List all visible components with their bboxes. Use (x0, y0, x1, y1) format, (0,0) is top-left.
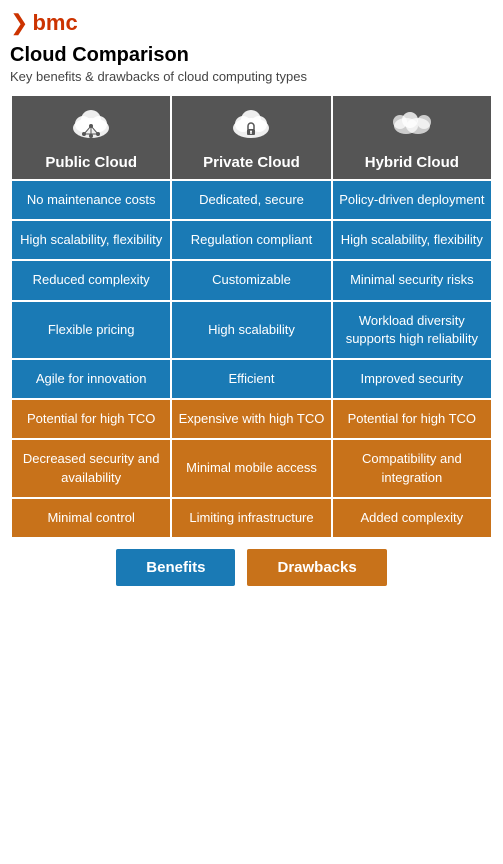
header-private-cloud: Private Cloud (171, 95, 331, 180)
col-header-2: Hybrid Cloud (365, 154, 459, 171)
drawback-cell-0-1: Expensive with high TCO (171, 399, 331, 439)
drawbacks-button[interactable]: Drawbacks (247, 549, 386, 586)
benefit-cell-0-2: Policy-driven deployment (332, 180, 492, 220)
drawback-cell-0-0: Potential for high TCO (11, 399, 171, 439)
drawback-row-0: Potential for high TCOExpensive with hig… (11, 399, 492, 439)
drawback-cell-1-0: Decreased security and availability (11, 439, 171, 497)
logo-chevron-icon: ❯ (10, 10, 28, 36)
benefit-cell-4-1: Efficient (171, 359, 331, 399)
private-cloud-icon (178, 106, 324, 150)
benefit-cell-0-1: Dedicated, secure (171, 180, 331, 220)
hybrid-cloud-icon (339, 106, 485, 150)
public-cloud-icon (18, 106, 164, 150)
comparison-table: Public Cloud (10, 94, 493, 539)
benefit-cell-1-0: High scalability, flexibility (11, 220, 171, 260)
drawback-cell-2-1: Limiting infrastructure (171, 498, 331, 538)
benefit-row-0: No maintenance costsDedicated, securePol… (11, 180, 492, 220)
drawback-cell-0-2: Potential for high TCO (332, 399, 492, 439)
benefit-row-4: Agile for innovationEfficientImproved se… (11, 359, 492, 399)
logo-text: bmc (32, 10, 77, 36)
benefit-cell-3-2: Workload diversity supports high reliabi… (332, 301, 492, 359)
col-header-1: Private Cloud (203, 154, 300, 171)
benefit-row-2: Reduced complexityCustomizableMinimal se… (11, 260, 492, 300)
page-subtitle: Key benefits & drawbacks of cloud comput… (10, 69, 493, 84)
benefit-row-1: High scalability, flexibilityRegulation … (11, 220, 492, 260)
benefit-cell-1-2: High scalability, flexibility (332, 220, 492, 260)
drawback-cell-1-2: Compatibility and integration (332, 439, 492, 497)
benefit-cell-1-1: Regulation compliant (171, 220, 331, 260)
header-hybrid-cloud: Hybrid Cloud (332, 95, 492, 180)
benefit-cell-2-1: Customizable (171, 260, 331, 300)
benefit-cell-0-0: No maintenance costs (11, 180, 171, 220)
footer-buttons: Benefits Drawbacks (10, 549, 493, 586)
header-public-cloud: Public Cloud (11, 95, 171, 180)
drawback-cell-2-0: Minimal control (11, 498, 171, 538)
benefit-cell-3-1: High scalability (171, 301, 331, 359)
benefit-cell-4-0: Agile for innovation (11, 359, 171, 399)
benefits-button[interactable]: Benefits (116, 549, 235, 586)
header-logo: ❯ bmc (10, 10, 493, 36)
drawback-row-1: Decreased security and availabilityMinim… (11, 439, 492, 497)
drawback-cell-1-1: Minimal mobile access (171, 439, 331, 497)
drawback-cell-2-2: Added complexity (332, 498, 492, 538)
table-wrapper: Public Cloud (10, 94, 493, 539)
benefit-cell-2-0: Reduced complexity (11, 260, 171, 300)
benefit-cell-2-2: Minimal security risks (332, 260, 492, 300)
col-header-0: Public Cloud (45, 154, 137, 171)
benefit-row-3: Flexible pricingHigh scalabilityWorkload… (11, 301, 492, 359)
drawback-row-2: Minimal controlLimiting infrastructureAd… (11, 498, 492, 538)
table-header-row: Public Cloud (11, 95, 492, 180)
page-title: Cloud Comparison (10, 44, 493, 67)
benefit-cell-4-2: Improved security (332, 359, 492, 399)
benefit-cell-3-0: Flexible pricing (11, 301, 171, 359)
